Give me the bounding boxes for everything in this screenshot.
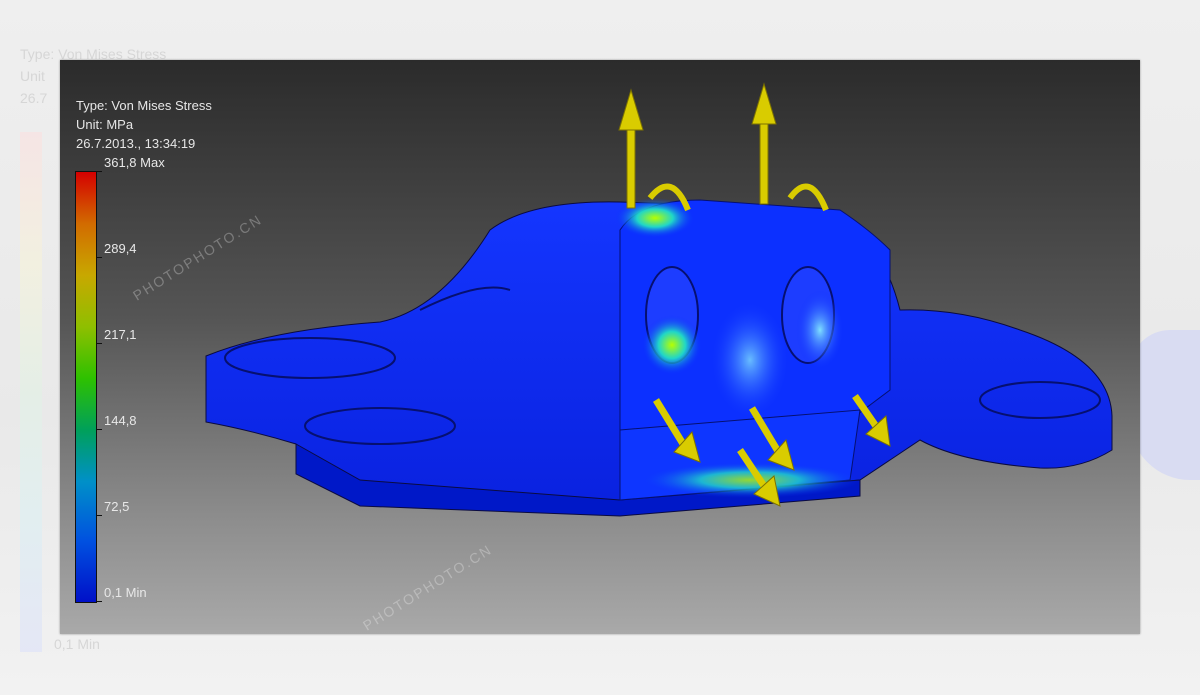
stress-color-bar [75, 171, 97, 603]
ghost-min-label: 0,1 Min [54, 636, 100, 652]
hotspot-hole-right [796, 290, 844, 370]
legend-unit: Unit: MPa [76, 117, 134, 132]
fea-viewport[interactable]: Type: Von Mises Stress Unit: MPa 26.7.20… [60, 60, 1140, 634]
legend-tick [96, 343, 102, 344]
ghost-timestamp-text: 26.7 [20, 90, 48, 106]
legend-label: 289,4 [104, 241, 137, 256]
legend-timestamp: 26.7.2013., 13:34:19 [76, 136, 196, 151]
legend-tick [96, 515, 102, 516]
legend-label: 144,8 [104, 413, 137, 428]
legend-label: 217,1 [104, 327, 137, 342]
legend-label: 72,5 [104, 499, 130, 514]
legend-tick [96, 601, 102, 602]
hotspot-hole-left [642, 315, 702, 375]
legend-tick [96, 171, 102, 172]
stress-model-render [205, 82, 1113, 517]
legend-label-min: 0,1 Min [104, 585, 147, 600]
legend-tick [96, 429, 102, 430]
legend-label-max: 361,8 Max [104, 155, 165, 170]
ghost-unit-text: Unit [20, 68, 45, 84]
legend-header: Type: Von Mises Stress Unit: MPa 26.7.20… [76, 96, 212, 153]
ghost-color-bar [20, 132, 42, 652]
legend-tick [96, 257, 102, 258]
legend-type: Type: Von Mises Stress [76, 98, 212, 113]
hotspot-center [710, 300, 790, 420]
